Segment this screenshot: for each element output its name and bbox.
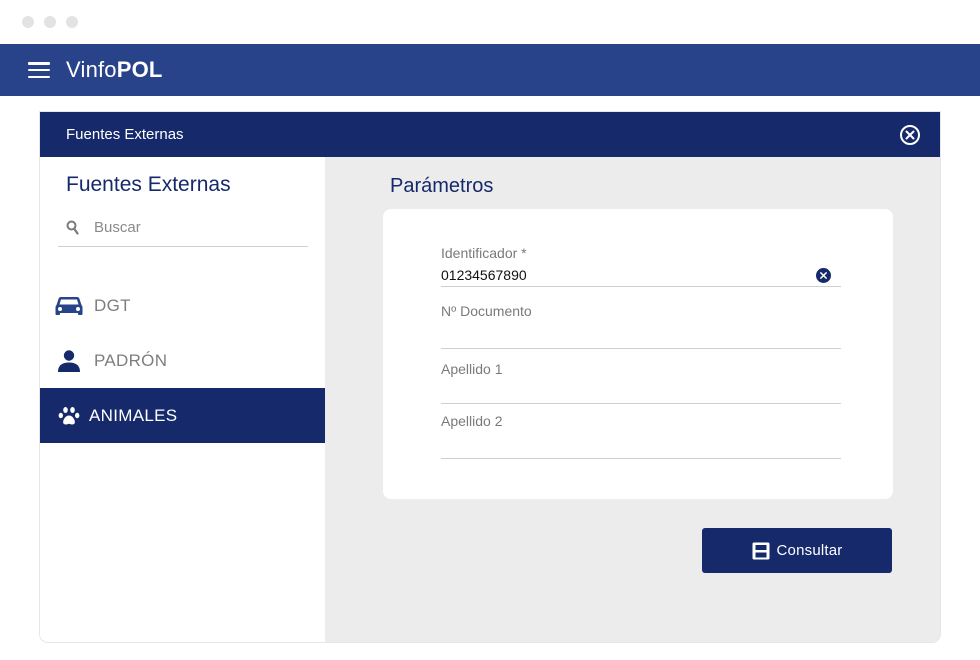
field-label: Apellido 2 — [441, 413, 503, 429]
dialog-body: Fuentes Externas DGT — [40, 157, 940, 642]
sidebar-item-dgt[interactable]: DGT — [40, 278, 325, 333]
sidebar-item-padron[interactable]: PADRÓN — [40, 333, 325, 388]
sidebar-item-label: DGT — [94, 295, 131, 315]
section-title: Parámetros — [390, 175, 494, 197]
app-header: VinfoPOL — [0, 44, 980, 96]
app-window: VinfoPOL Fuentes Externas Fuentes Extern… — [0, 0, 980, 660]
field-label: Apellido 1 — [441, 361, 503, 377]
apellido2-field[interactable]: Apellido 2 — [441, 413, 841, 459]
window-dot-minimize[interactable] — [44, 16, 56, 28]
identificador-input[interactable]: 01234567890 — [441, 265, 841, 285]
sources-nav: DGT PADRÓN ANIMALES — [40, 278, 325, 443]
parameters-card: Identificador * 01234567890 Nº Documento — [383, 209, 893, 499]
paw-icon — [54, 406, 84, 426]
apellido1-input[interactable] — [441, 377, 841, 404]
person-icon — [54, 349, 84, 372]
car-icon — [54, 294, 84, 318]
consultar-label: Consultar — [776, 542, 843, 559]
clear-icon[interactable] — [816, 267, 831, 283]
consultar-button[interactable]: Consultar — [702, 528, 892, 573]
documento-input[interactable] — [441, 319, 841, 349]
search-input[interactable] — [94, 219, 294, 236]
documento-field[interactable]: Nº Documento — [441, 303, 841, 349]
search-box — [58, 209, 308, 247]
save-icon — [752, 542, 769, 559]
external-sources-dialog: Fuentes Externas Fuentes Externas Buscar… — [40, 112, 940, 642]
window-dot-maximize[interactable] — [66, 16, 78, 28]
brand-suffix: POL — [116, 57, 163, 82]
brand-prefix: Vinfo — [66, 57, 117, 82]
sidebar-item-label: PADRÓN — [94, 350, 168, 370]
window-dot-close[interactable] — [22, 16, 34, 28]
dialog-header: Fuentes Externas — [40, 112, 940, 157]
dialog-title: Fuentes Externas — [66, 126, 184, 143]
identificador-field[interactable]: Identificador * 01234567890 — [441, 245, 841, 287]
close-icon — [905, 130, 915, 139]
sidebar-title: Fuentes Externas — [66, 173, 231, 196]
menu-icon[interactable] — [28, 62, 50, 78]
close-dialog-button[interactable] — [900, 124, 920, 145]
sidebar-item-animales[interactable]: ANIMALES — [40, 388, 325, 443]
app-brand: VinfoPOL — [66, 57, 163, 83]
sidebar-item-label: ANIMALES — [89, 405, 178, 425]
field-label: Identificador * — [441, 245, 527, 261]
sources-sidebar: Fuentes Externas DGT — [40, 157, 325, 642]
parameters-panel: Parámetros Identificador * 01234567890 N… — [325, 157, 940, 642]
window-controls — [22, 16, 78, 28]
field-label: Nº Documento — [441, 303, 532, 319]
apellido1-field[interactable]: Apellido 1 — [441, 361, 841, 404]
field-underline: 01234567890 — [441, 265, 841, 287]
search-icon — [66, 220, 82, 236]
apellido2-input[interactable] — [441, 429, 841, 459]
field-value: 01234567890 — [441, 267, 527, 283]
